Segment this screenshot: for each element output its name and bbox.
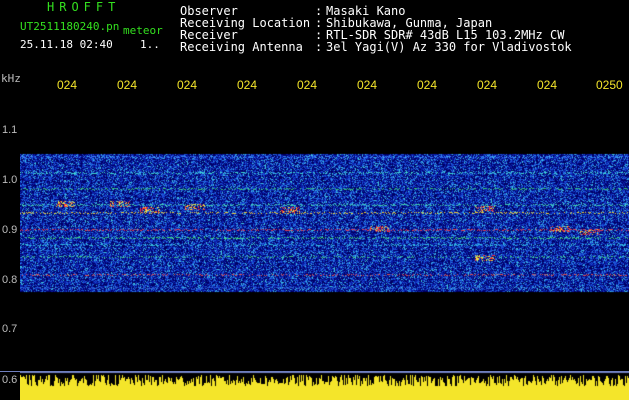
time-tick-4: 024: [237, 78, 258, 92]
time-tick-6: 024: [357, 78, 378, 92]
freq-tick-0-7: 0.7: [2, 323, 18, 335]
freq-tick-0-6: 0.6: [2, 374, 18, 386]
time-tick-3: 024: [177, 78, 198, 92]
time-tick-5: 024: [297, 78, 318, 92]
hrofft-window: HROFFT UT2511180240.pn meteor 25.11.18 0…: [0, 0, 629, 400]
volume-bar: [20, 372, 629, 400]
time-tick-10: 0250: [596, 78, 623, 92]
time-tick-9: 024: [537, 78, 558, 92]
antenna-label: Receiving Antenna: [180, 40, 303, 54]
antenna-value: 3el Yagi(V) Az 330 for Vladivostok: [326, 40, 572, 54]
time-tick-7: 024: [417, 78, 438, 92]
file-name: UT2511180240.pn: [20, 20, 120, 33]
meteor-label: meteor: [123, 24, 163, 37]
hrofft-logo: HROFFT: [47, 0, 121, 14]
freq-tick-1-1: 1.1: [2, 124, 18, 136]
khz-unit-label: kHz: [1, 72, 21, 85]
time-tick-2: 024: [117, 78, 138, 92]
time-tick-1: 024: [57, 78, 78, 92]
time-tick-8: 024: [477, 78, 498, 92]
date-time: 25.11.18 02:40: [20, 38, 113, 51]
freq-tick-1-0: 1.0: [2, 174, 18, 186]
freq-tick-0-9: 0.9: [2, 224, 18, 236]
antenna-colon: :: [315, 40, 323, 54]
counter: 1..: [140, 38, 160, 51]
spectrogram: [20, 92, 629, 371]
freq-tick-0-8: 0.8: [2, 274, 18, 286]
